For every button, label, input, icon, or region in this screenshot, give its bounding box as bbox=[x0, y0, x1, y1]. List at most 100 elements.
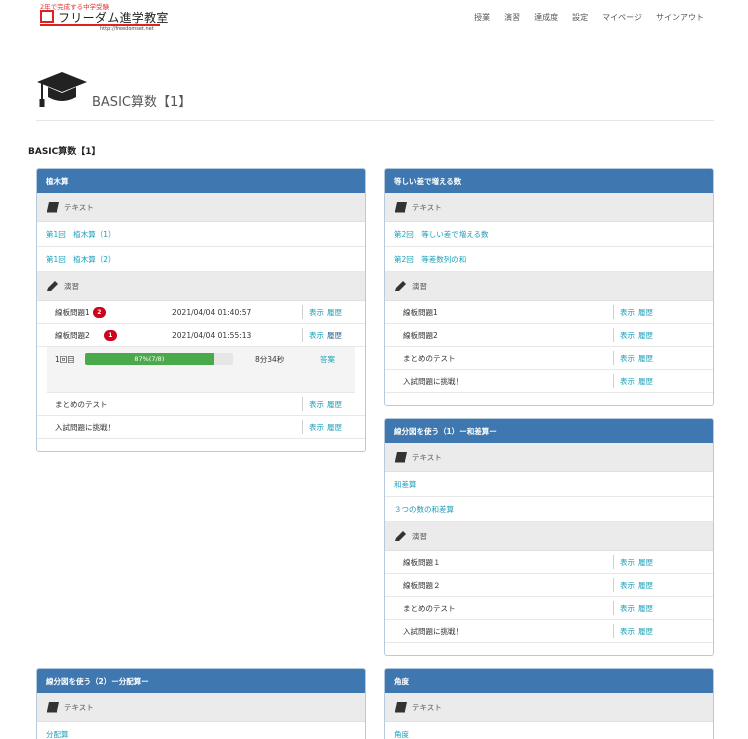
show-link[interactable]: 表示 bbox=[620, 307, 635, 318]
show-link[interactable]: 表示 bbox=[309, 399, 324, 410]
text-link[interactable]: ３つの数の和差算 bbox=[385, 497, 713, 522]
nav-achievement[interactable]: 達成度 bbox=[534, 12, 558, 23]
nav-signout[interactable]: サインアウト bbox=[656, 12, 704, 23]
attempt-badge: 2 bbox=[92, 306, 106, 318]
show-link[interactable]: 表示 bbox=[309, 330, 324, 341]
text-label: テキスト bbox=[64, 202, 94, 212]
pencil-icon bbox=[395, 531, 406, 541]
show-link[interactable]: 表示 bbox=[309, 422, 324, 433]
progress-detail: 1回目 87%(7/8) 8分34秒 答案 bbox=[47, 347, 355, 393]
exercise-subheader: 演習 bbox=[37, 272, 365, 301]
logo-mark-icon[interactable] bbox=[40, 10, 54, 23]
attempt-label: 1回目 bbox=[55, 355, 75, 364]
exercise-name: 線板問題２ bbox=[403, 580, 441, 590]
text-link[interactable]: 分配算 bbox=[37, 722, 365, 739]
answer-link[interactable]: 答案 bbox=[320, 354, 335, 365]
exercise-row: まとめのテスト 表示 履歴 bbox=[385, 347, 713, 370]
panel-title: 植木算 bbox=[37, 169, 365, 193]
book-icon bbox=[395, 702, 407, 713]
exercise-label: 演習 bbox=[64, 281, 79, 291]
exercise-name: まとめのテスト bbox=[55, 399, 108, 409]
history-link[interactable]: 履歴 bbox=[327, 399, 342, 410]
history-link[interactable]: 履歴 bbox=[638, 353, 653, 364]
exercise-row: まとめのテスト 表示 履歴 bbox=[385, 597, 713, 620]
text-link[interactable]: 第1回 植木算（1） bbox=[37, 222, 365, 247]
panel-title: 角度 bbox=[385, 669, 713, 693]
text-link[interactable]: 第2回 等差数列の和 bbox=[385, 247, 713, 272]
panel-arithmetic-sequence: 等しい差で増える数 テキスト 第2回 等しい差で増える数 第2回 等差数列の和 … bbox=[384, 168, 714, 406]
exercise-label: 演習 bbox=[412, 531, 427, 541]
show-link[interactable]: 表示 bbox=[309, 307, 324, 318]
book-icon bbox=[47, 202, 59, 213]
exercise-row: 入試問題に挑戦！ 表示 履歴 bbox=[37, 416, 365, 439]
history-link[interactable]: 履歴 bbox=[638, 580, 653, 591]
exercise-subheader: 演習 bbox=[385, 272, 713, 301]
exercise-row: 線板問題2 表示 履歴 bbox=[385, 324, 713, 347]
book-icon bbox=[395, 202, 407, 213]
text-link[interactable]: 第1回 植木算（2） bbox=[37, 247, 365, 272]
section-title: BASIC算数【1】 bbox=[28, 147, 101, 157]
text-subheader: テキスト bbox=[37, 193, 365, 222]
pencil-icon bbox=[47, 281, 58, 291]
panel-sum-difference: 線分図を使う（1）ー和差算ー テキスト 和差算 ３つの数の和差算 演習 線板問題… bbox=[384, 418, 714, 656]
exercise-name: 線板問題2 bbox=[55, 330, 90, 340]
exercise-name: 入試問題に挑戦！ bbox=[403, 376, 463, 386]
history-link[interactable]: 履歴 bbox=[638, 626, 653, 637]
show-link[interactable]: 表示 bbox=[620, 603, 635, 614]
text-subheader: テキスト bbox=[385, 693, 713, 722]
panel-distribution: 線分図を使う（2）ー分配算ー テキスト 分配算 bbox=[36, 668, 366, 739]
nav-settings[interactable]: 設定 bbox=[572, 12, 588, 23]
show-link[interactable]: 表示 bbox=[620, 376, 635, 387]
nav-mypage[interactable]: マイページ bbox=[602, 12, 642, 23]
exercise-row: 線板問題1 2 2021/04/04 01:40:57 表示 履歴 bbox=[37, 301, 365, 324]
show-link[interactable]: 表示 bbox=[620, 330, 635, 341]
panel-title: 線分図を使う（1）ー和差算ー bbox=[385, 419, 713, 443]
exercise-name: 線板問題1 bbox=[55, 307, 90, 317]
panel-title: 等しい差で増える数 bbox=[385, 169, 713, 193]
exercise-row: 線板問題1 表示 履歴 bbox=[385, 301, 713, 324]
book-icon bbox=[47, 702, 59, 713]
nav-exercises[interactable]: 演習 bbox=[504, 12, 520, 23]
exercise-row: 線板問題２ 表示 履歴 bbox=[385, 574, 713, 597]
text-link[interactable]: 角度 bbox=[385, 722, 713, 739]
exercise-name: 線板問題１ bbox=[403, 557, 441, 567]
main-nav: 授業 演習 達成度 設定 マイページ サインアウト bbox=[474, 12, 704, 23]
elapsed-time: 8分34秒 bbox=[255, 355, 285, 364]
show-link[interactable]: 表示 bbox=[620, 580, 635, 591]
history-link[interactable]: 履歴 bbox=[327, 422, 342, 433]
exercise-name: 線板問題1 bbox=[403, 307, 438, 317]
exercise-row: 線板問題2 1 2021/04/04 01:55:13 表示 履歴 bbox=[37, 324, 365, 347]
brand-url: http://freedomset.net bbox=[100, 26, 154, 32]
history-link[interactable]: 履歴 bbox=[638, 603, 653, 614]
show-link[interactable]: 表示 bbox=[620, 353, 635, 364]
show-link[interactable]: 表示 bbox=[620, 626, 635, 637]
history-link[interactable]: 履歴 bbox=[638, 307, 653, 318]
site-header: 2年で完成する中学受験 フリーダム進学教室 http://freedomset.… bbox=[0, 0, 748, 44]
attempt-badge: 1 bbox=[103, 329, 117, 341]
panel-uekizan: 植木算 テキスト 第1回 植木算（1） 第1回 植木算（2） 演習 線板問題1 … bbox=[36, 168, 366, 452]
exercise-date: 2021/04/04 01:55:13 bbox=[172, 330, 252, 340]
exercise-name: 線板問題2 bbox=[403, 330, 438, 340]
text-link[interactable]: 和差算 bbox=[385, 472, 713, 497]
history-link[interactable]: 履歴 bbox=[638, 330, 653, 341]
show-link[interactable]: 表示 bbox=[620, 557, 635, 568]
exercise-row: まとめのテスト 表示 履歴 bbox=[37, 393, 365, 416]
history-link[interactable]: 履歴 bbox=[327, 307, 342, 318]
nav-lessons[interactable]: 授業 bbox=[474, 12, 490, 23]
exercise-date: 2021/04/04 01:40:57 bbox=[172, 307, 252, 317]
history-link[interactable]: 履歴 bbox=[638, 376, 653, 387]
text-subheader: テキスト bbox=[385, 193, 713, 222]
pencil-icon bbox=[395, 281, 406, 291]
text-link[interactable]: 第2回 等しい差で増える数 bbox=[385, 222, 713, 247]
exercise-name: 入試問題に挑戦！ bbox=[55, 422, 115, 432]
exercise-label: 演習 bbox=[412, 281, 427, 291]
history-link[interactable]: 履歴 bbox=[638, 557, 653, 568]
graduation-cap-icon bbox=[37, 72, 87, 107]
text-label: テキスト bbox=[412, 202, 442, 212]
text-label: テキスト bbox=[412, 452, 442, 462]
title-divider bbox=[36, 120, 714, 121]
progress-bar: 87%(7/8) bbox=[85, 353, 233, 365]
progress-fill: 87%(7/8) bbox=[85, 353, 214, 365]
history-link[interactable]: 履歴 bbox=[327, 330, 342, 341]
exercise-name: 入試問題に挑戦！ bbox=[403, 626, 463, 636]
